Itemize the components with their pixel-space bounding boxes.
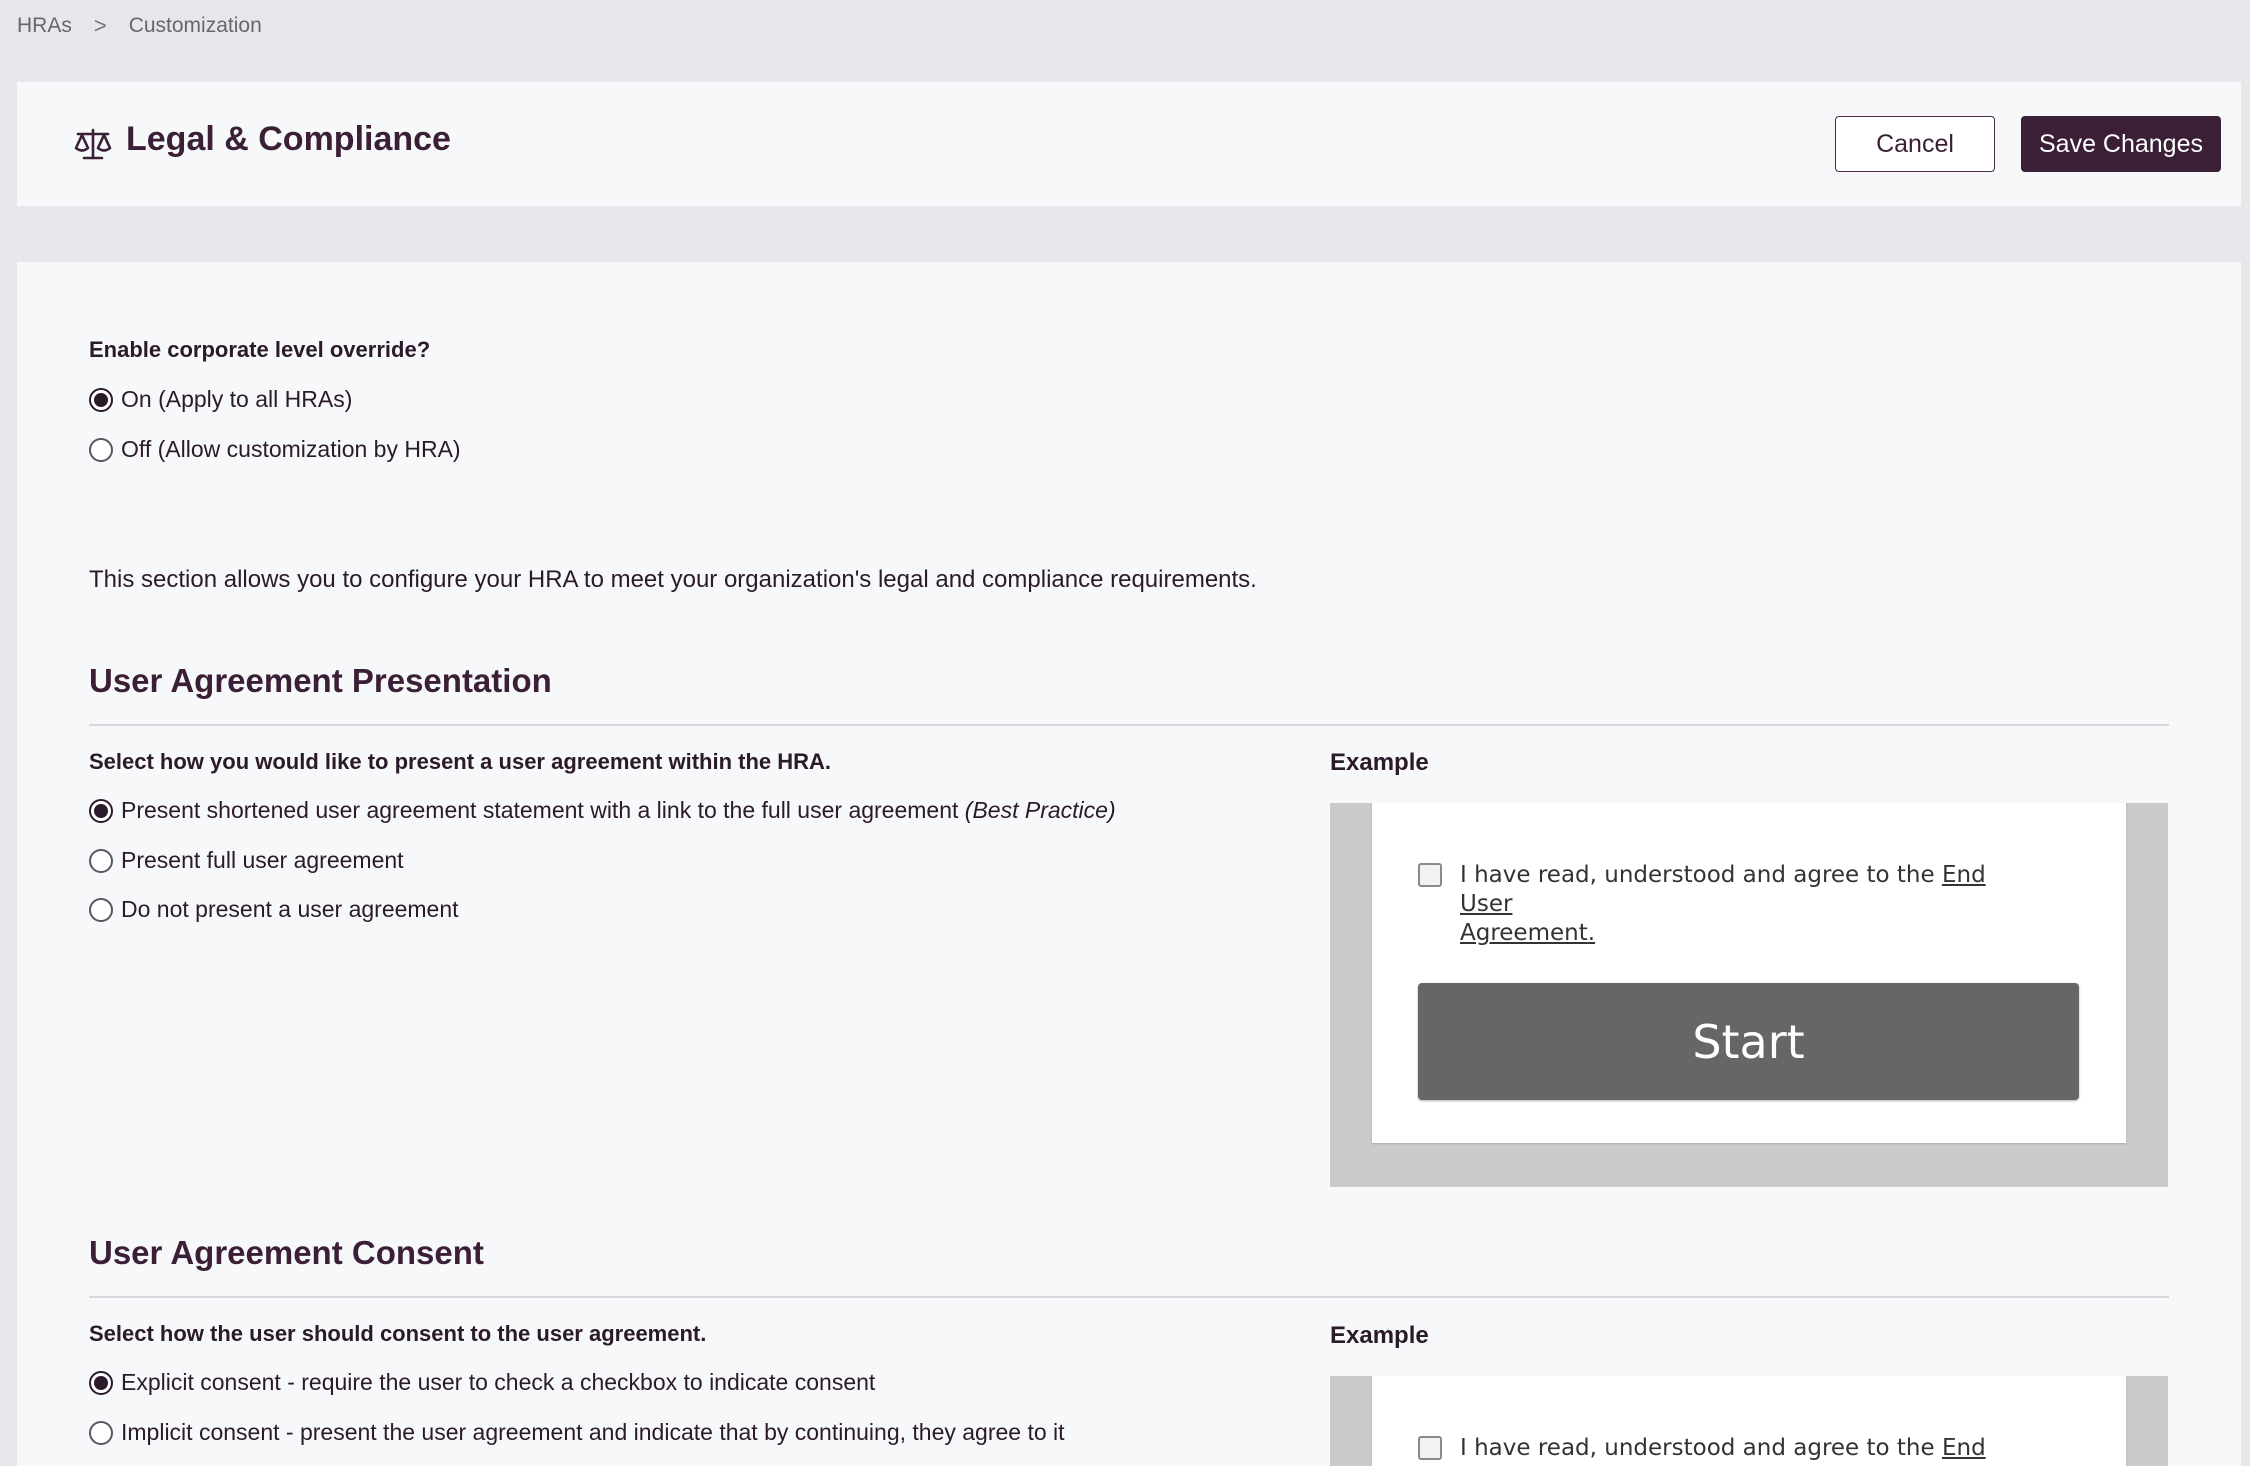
- best-practice-note: (Best Practice): [964, 797, 1116, 823]
- consent-option-implicit[interactable]: Implicit consent - present the user agre…: [89, 1419, 1065, 1446]
- scales-icon: [73, 124, 113, 164]
- example-agreement-text: I have read, understood and agree to the…: [1460, 862, 1986, 946]
- breadcrumb: HRAs > Customization: [17, 12, 262, 40]
- radio-label: On (Apply to all HRAs): [121, 386, 353, 412]
- example-checkbox: [1418, 863, 1442, 887]
- section-divider: [89, 1296, 2169, 1298]
- consent-option-explicit[interactable]: Explicit consent - require the user to c…: [89, 1369, 875, 1396]
- radio-label: Off (Allow customization by HRA): [121, 436, 461, 462]
- example-panel: I have read, understood and agree to the…: [1372, 803, 2126, 1143]
- presentation-option-shortened[interactable]: Present shortened user agreement stateme…: [89, 797, 1116, 824]
- section-description: This section allows you to configure you…: [89, 566, 1257, 593]
- breadcrumb-current: Customization: [128, 14, 262, 37]
- override-option-on[interactable]: On (Apply to all HRAs): [89, 386, 352, 413]
- example-preview: I have read, understood and agree to the…: [1330, 1376, 2168, 1466]
- example-agreement-text: I have read, understood and agree to the…: [1460, 1435, 1986, 1466]
- radio-label: Explicit consent - require the user to c…: [121, 1369, 876, 1395]
- radio-button[interactable]: [89, 437, 113, 462]
- chevron-right-icon: >: [93, 13, 107, 38]
- example-start-button: Start: [1418, 983, 2079, 1100]
- page-header: Legal & Compliance Cancel Save Changes: [17, 82, 2241, 206]
- section-divider: [89, 724, 2169, 726]
- example-checkbox: [1418, 1436, 1442, 1460]
- radio-button[interactable]: [89, 897, 113, 922]
- radio-button[interactable]: [89, 848, 113, 873]
- section-title-presentation: User Agreement Presentation: [89, 662, 552, 699]
- page-title: Legal & Compliance: [126, 120, 451, 158]
- example-label: Example: [1330, 749, 1429, 776]
- radio-label: Present full user agreement: [121, 847, 404, 873]
- save-changes-button[interactable]: Save Changes: [2021, 116, 2221, 172]
- radio-button[interactable]: [89, 798, 113, 823]
- breadcrumb-hras-link[interactable]: HRAs: [17, 14, 72, 38]
- example-preview: I have read, understood and agree to the…: [1330, 803, 2168, 1187]
- radio-label: Present shortened user agreement stateme…: [121, 797, 1116, 823]
- presentation-prompt: Select how you would like to present a u…: [89, 749, 832, 774]
- radio-button[interactable]: [89, 387, 113, 412]
- cancel-button[interactable]: Cancel: [1835, 116, 1995, 172]
- radio-button[interactable]: [89, 1420, 113, 1445]
- settings-card: Enable corporate level override? On (App…: [17, 262, 2241, 1466]
- override-option-off[interactable]: Off (Allow customization by HRA): [89, 436, 461, 463]
- section-title-consent: User Agreement Consent: [89, 1234, 484, 1271]
- example-label: Example: [1330, 1322, 1429, 1349]
- radio-label: Implicit consent - present the user agre…: [121, 1419, 1065, 1445]
- override-question: Enable corporate level override?: [89, 337, 431, 362]
- radio-label: Do not present a user agreement: [121, 896, 459, 922]
- presentation-option-full[interactable]: Present full user agreement: [89, 847, 404, 874]
- radio-button[interactable]: [89, 1370, 113, 1395]
- presentation-option-none[interactable]: Do not present a user agreement: [89, 896, 459, 923]
- consent-prompt: Select how the user should consent to th…: [89, 1321, 707, 1346]
- example-panel: I have read, understood and agree to the…: [1372, 1376, 2126, 1466]
